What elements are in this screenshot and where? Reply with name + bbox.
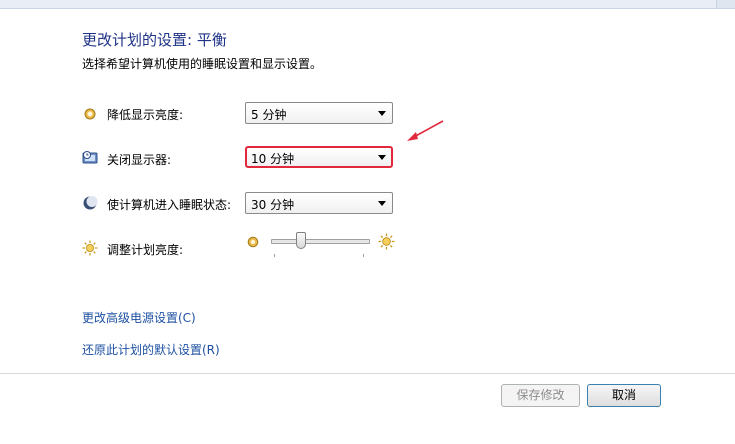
turn-off-display-label: 关闭显示器: bbox=[107, 153, 172, 167]
restore-defaults-link[interactable]: 还原此计划的默认设置(R) bbox=[82, 341, 220, 358]
sleep-moon-icon bbox=[82, 195, 98, 211]
page-subtitle: 选择希望计算机使用的睡眠设置和显示设置。 bbox=[82, 57, 323, 71]
sleep-value: 30 分钟 bbox=[251, 198, 295, 212]
turn-off-display-select[interactable]: 10 分钟 bbox=[245, 146, 393, 168]
chevron-down-icon bbox=[378, 111, 386, 116]
slider-tick bbox=[274, 254, 275, 257]
annotation-arrow-icon bbox=[407, 120, 444, 141]
turn-off-display-value: 10 分钟 bbox=[251, 152, 295, 166]
cancel-button[interactable]: 取消 bbox=[587, 384, 661, 407]
top-strip bbox=[0, 0, 735, 9]
brightness-sun-icon bbox=[82, 240, 98, 256]
chevron-down-icon bbox=[378, 155, 386, 160]
advanced-power-settings-link[interactable]: 更改高级电源设置(C) bbox=[82, 309, 196, 326]
sleep-select[interactable]: 30 分钟 bbox=[245, 192, 393, 214]
brightness-slider-track[interactable] bbox=[271, 239, 370, 244]
dim-display-select[interactable]: 5 分钟 bbox=[245, 102, 393, 124]
save-changes-button[interactable]: 保存修改 bbox=[501, 384, 580, 407]
monitor-clock-icon bbox=[82, 150, 98, 166]
slider-tick bbox=[363, 254, 364, 257]
chevron-down-icon bbox=[378, 201, 386, 206]
sleep-label: 使计算机进入睡眠状态: bbox=[107, 198, 232, 212]
brightness-high-icon bbox=[378, 233, 395, 250]
top-strip-corner bbox=[716, 0, 735, 8]
page-title: 更改计划的设置: 平衡 bbox=[82, 31, 227, 49]
dim-display-label: 降低显示亮度: bbox=[107, 108, 184, 122]
dim-brightness-icon bbox=[82, 106, 98, 122]
dim-display-value: 5 分钟 bbox=[251, 108, 287, 122]
plan-brightness-label: 调整计划亮度: bbox=[107, 243, 184, 257]
brightness-slider-thumb[interactable] bbox=[296, 232, 306, 249]
brightness-low-icon bbox=[246, 234, 262, 250]
footer-divider bbox=[0, 373, 735, 374]
